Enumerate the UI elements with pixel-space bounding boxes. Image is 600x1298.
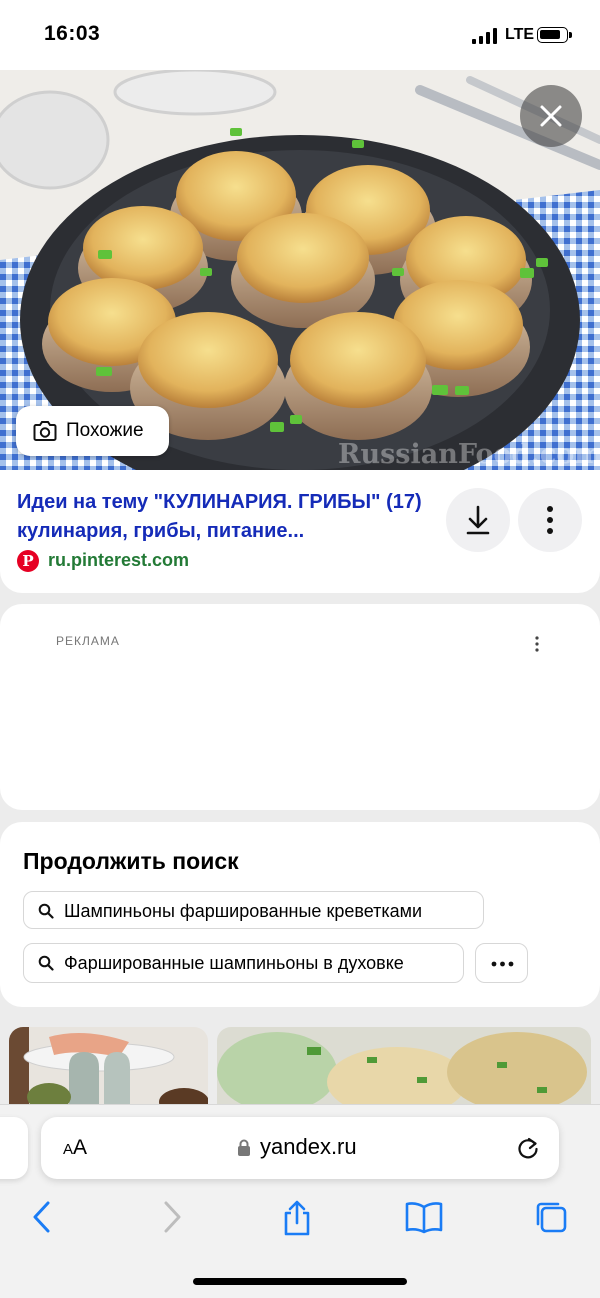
- similar-label: Похожие: [66, 420, 144, 441]
- watermark: RussianFood.com: [338, 439, 600, 470]
- close-icon: [540, 105, 562, 127]
- result-title[interactable]: Идеи на тему "КУЛИНАРИЯ. ГРИБЫ" (17) кул…: [17, 488, 437, 546]
- source-domain: ru.pinterest.com: [48, 550, 190, 570]
- horizontal-dots-icon: [491, 961, 514, 967]
- similar-images-button[interactable]: Похожие: [16, 406, 169, 456]
- cellular-signal-icon: [472, 28, 498, 44]
- suggestion-text: Фаршированные шампиньоны в духовке: [64, 953, 404, 973]
- bookmarks-icon[interactable]: [404, 1199, 444, 1235]
- result-info-card: Идеи на тему "КУЛИНАРИЯ. ГРИБЫ" (17) кул…: [0, 470, 600, 593]
- continue-search-title: Продолжить поиск: [23, 848, 239, 874]
- url-text: yandex.ru: [260, 1134, 357, 1159]
- ad-card: РЕКЛАМА: [0, 604, 600, 810]
- search-suggestion-chip[interactable]: Фаршированные шампиньоны в духовке: [23, 943, 464, 983]
- pinterest-logo-icon: P: [17, 550, 39, 572]
- vertical-dots-icon: [547, 506, 553, 534]
- ad-label: РЕКЛАМА: [56, 634, 120, 648]
- suggestion-text: Шампиньоны фаршированные креветками: [64, 901, 423, 921]
- ad-menu-icon[interactable]: [530, 634, 544, 654]
- lock-icon: [238, 1139, 250, 1156]
- search-icon: [38, 903, 54, 919]
- more-options-button[interactable]: [518, 488, 582, 552]
- battery-icon: [537, 27, 572, 43]
- reload-icon[interactable]: [515, 1135, 541, 1161]
- download-button[interactable]: [446, 488, 510, 552]
- share-icon[interactable]: [280, 1199, 314, 1237]
- forward-arrow-icon[interactable]: [160, 1199, 184, 1235]
- download-icon: [466, 505, 490, 535]
- home-indicator: [193, 1278, 407, 1285]
- status-time: 16:03: [44, 22, 101, 45]
- camera-icon: [33, 421, 57, 441]
- tabs-icon[interactable]: [533, 1199, 569, 1235]
- previous-tab-preview[interactable]: [0, 1117, 28, 1179]
- search-icon: [38, 955, 54, 971]
- close-button[interactable]: [520, 85, 582, 147]
- address-bar[interactable]: AA yandex.ru: [41, 1117, 559, 1179]
- text-size-button[interactable]: AA: [63, 1136, 87, 1160]
- back-arrow-icon[interactable]: [30, 1199, 54, 1235]
- status-bar: 16:03 LTE: [0, 0, 600, 70]
- more-suggestions-button[interactable]: [475, 943, 528, 983]
- search-suggestion-chip[interactable]: Шампиньоны фаршированные креветками: [23, 891, 484, 929]
- network-type: LTE: [505, 26, 535, 43]
